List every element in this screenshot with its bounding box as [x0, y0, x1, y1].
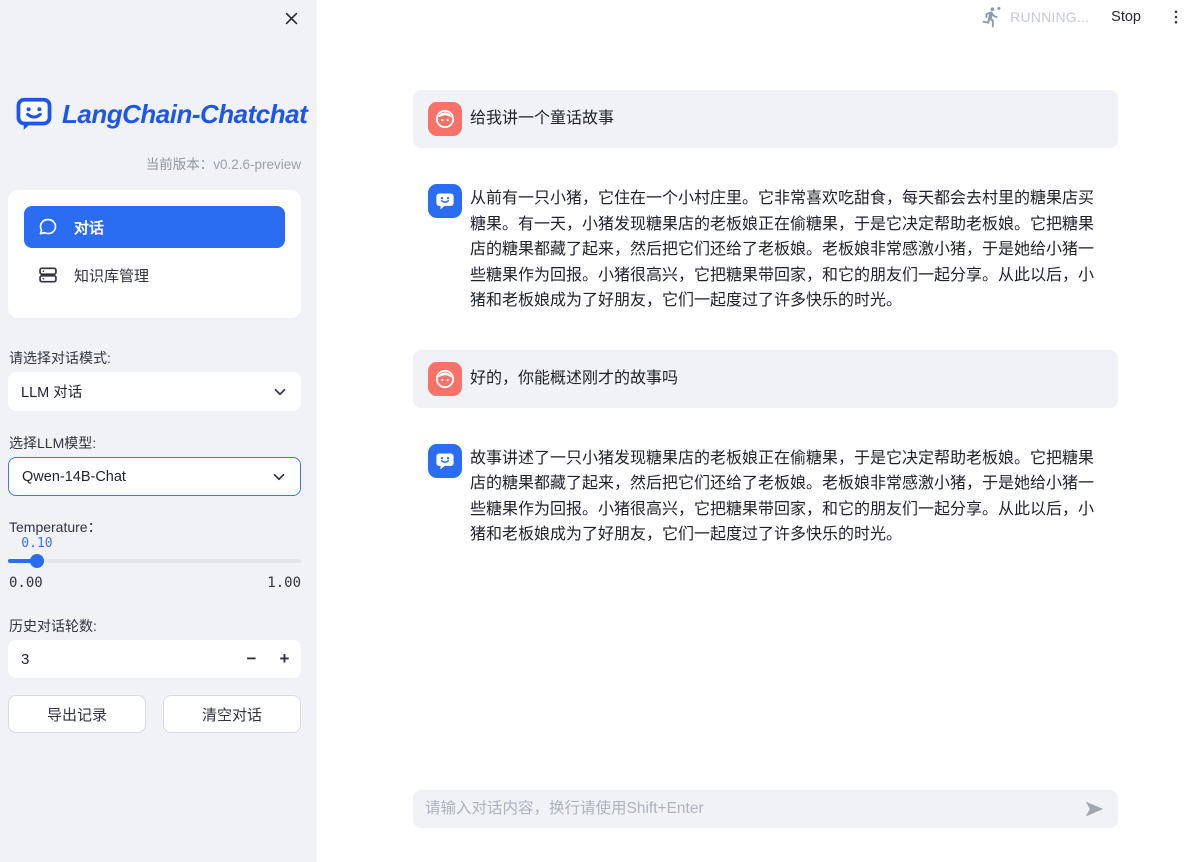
chatchat-logo-icon: [14, 95, 54, 133]
sidebar: LangChain-Chatchat 当前版本：v0.2.6-preview 对…: [0, 0, 317, 862]
message-text: 好的，你能概述刚才的故事吗: [470, 366, 678, 392]
user-avatar: [428, 102, 462, 136]
history-rounds-label: 历史对话轮数:: [9, 616, 97, 636]
main-menu-button[interactable]: [1165, 6, 1187, 28]
user-face-icon: [433, 107, 457, 131]
slider-thumb[interactable]: [30, 554, 44, 568]
app-logo: LangChain-Chatchat: [14, 95, 307, 133]
send-message-button[interactable]: [1082, 797, 1106, 821]
assistant-bubble-icon: [433, 449, 457, 473]
chat-bubble-icon: [38, 217, 58, 237]
app-title: LangChain-Chatchat: [62, 99, 307, 130]
temperature-label: Temperature：: [9, 517, 102, 537]
slider-track[interactable]: [8, 559, 301, 563]
kebab-menu-icon: [1167, 8, 1185, 26]
message-text: 故事讲述了一只小猪发现糖果店的老板娘正在偷糖果，于是它决定帮助老板娘。它把糖果店…: [470, 444, 1103, 548]
temperature-value: 0.10: [21, 536, 52, 551]
chat-input-container: [413, 790, 1118, 828]
clear-dialog-button[interactable]: 清空对话: [163, 695, 301, 733]
dialog-mode-select[interactable]: LLM 对话: [8, 372, 301, 411]
dialog-mode-value: LLM 对话: [21, 381, 82, 402]
assistant-message: 故事讲述了一只小猪发现糖果店的老板娘正在偷糖果，于是它决定帮助老板娘。它把糖果店…: [413, 432, 1118, 560]
assistant-avatar: [428, 444, 462, 478]
close-sidebar-button[interactable]: [281, 8, 301, 28]
assistant-bubble-icon: [433, 189, 457, 213]
sidebar-item-knowledge-base[interactable]: 知识库管理: [24, 255, 285, 295]
export-history-button[interactable]: 导出记录: [8, 695, 146, 733]
version-info: 当前版本：v0.2.6-preview: [146, 153, 301, 173]
message-text: 给我讲一个童话故事: [470, 106, 614, 132]
running-status: RUNNING...: [980, 6, 1089, 28]
user-message: 好的，你能概述刚才的故事吗: [413, 350, 1118, 408]
chevron-down-icon: [271, 383, 289, 401]
sidebar-item-dialogue[interactable]: 对话: [24, 206, 285, 248]
chevron-down-icon: [270, 468, 288, 486]
sidebar-item-label: 对话: [74, 217, 104, 238]
close-icon: [283, 10, 300, 27]
app-header: RUNNING... Stop: [317, 0, 1199, 34]
decrement-button[interactable]: −: [235, 640, 268, 678]
history-rounds-input[interactable]: 3 − +: [8, 640, 301, 678]
sidebar-item-label: 知识库管理: [74, 265, 149, 286]
temperature-slider[interactable]: [8, 554, 301, 568]
stop-button[interactable]: Stop: [1111, 9, 1141, 25]
nav-card: 对话 知识库管理: [8, 190, 301, 318]
user-avatar: [428, 362, 462, 396]
user-face-icon: [433, 367, 457, 391]
dialog-mode-label: 请选择对话模式:: [9, 348, 111, 368]
increment-button[interactable]: +: [268, 640, 301, 678]
user-message: 给我讲一个童话故事: [413, 90, 1118, 148]
send-icon: [1083, 798, 1105, 820]
database-icon: [38, 265, 58, 285]
slider-minmax: 0.00 1.00: [9, 575, 301, 591]
version-value: v0.2.6-preview: [213, 157, 301, 172]
llm-model-label: 选择LLM模型:: [9, 433, 96, 453]
chat-input[interactable]: [425, 800, 1072, 818]
llm-model-select[interactable]: Qwen-14B-Chat: [8, 457, 301, 496]
slider-min: 0.00: [9, 575, 43, 591]
history-rounds-value: 3: [8, 651, 235, 668]
assistant-message: 从前有一只小猪，它住在一个小村庄里。它非常喜欢吃甜食，每天都会去村里的糖果店买糖…: [413, 172, 1118, 326]
running-man-icon: [980, 6, 1002, 28]
message-text: 从前有一只小猪，它住在一个小村庄里。它非常喜欢吃甜食，每天都会去村里的糖果店买糖…: [470, 184, 1103, 314]
slider-max: 1.00: [267, 575, 301, 591]
chat-message-list: 给我讲一个童话故事 从前有一只小猪，它住在一个小村庄里。它非常喜欢吃甜食，每天都…: [413, 90, 1118, 584]
llm-model-value: Qwen-14B-Chat: [22, 469, 126, 485]
sidebar-actions: 导出记录 清空对话: [8, 695, 301, 733]
assistant-avatar: [428, 184, 462, 218]
version-label: 当前版本：: [146, 157, 214, 172]
status-text: RUNNING...: [1010, 9, 1089, 25]
